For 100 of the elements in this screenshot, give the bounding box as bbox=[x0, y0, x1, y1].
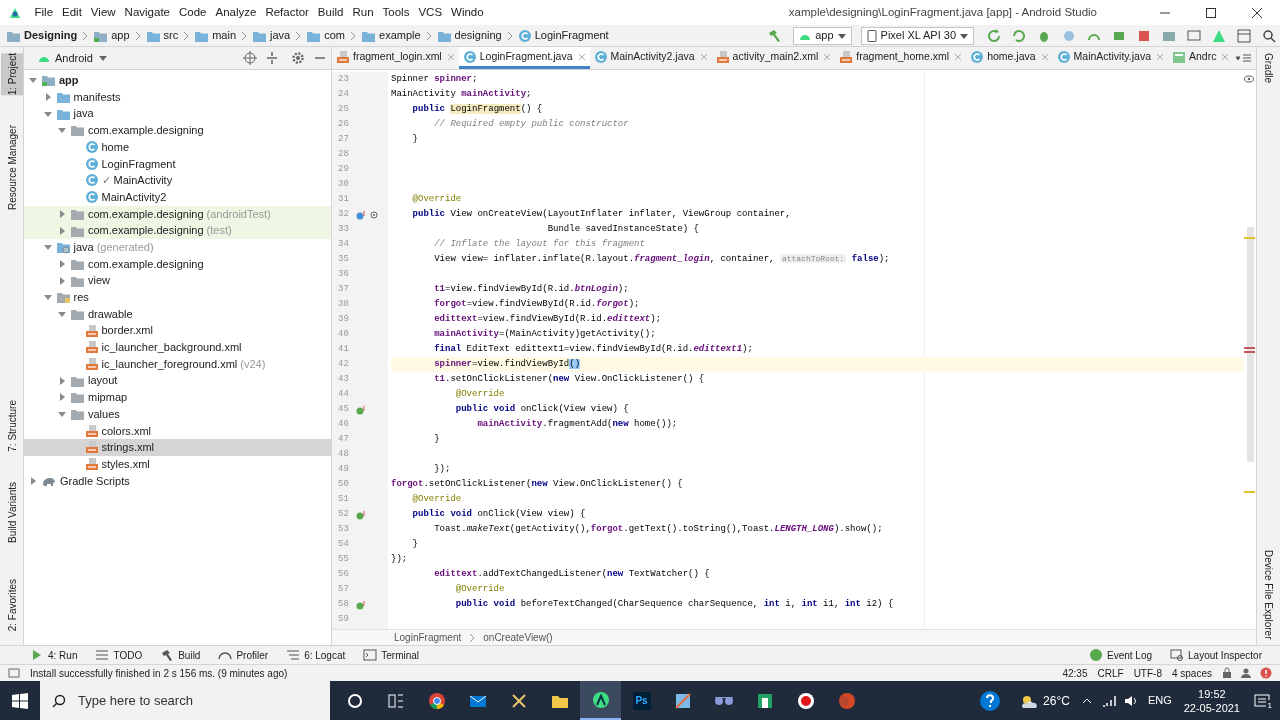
tree-item[interactable]: res bbox=[24, 288, 331, 306]
breadcrumb-item[interactable]: designing bbox=[434, 27, 504, 44]
clock-time[interactable]: 19:52 bbox=[1198, 686, 1226, 701]
device-dropdown[interactable]: Pixel XL API 30 bbox=[860, 26, 974, 45]
tool-window-tab[interactable]: Build Variants bbox=[0, 482, 23, 543]
tree-item[interactable]: com.example.designing (test) bbox=[24, 222, 331, 239]
collapsed-arrow-icon[interactable] bbox=[57, 208, 67, 219]
volume-icon[interactable] bbox=[1123, 694, 1138, 707]
tool-window-tab[interactable]: Gradle bbox=[1261, 53, 1276, 83]
code-breadcrumb[interactable]: onCreateView() bbox=[483, 630, 553, 645]
tool-window-tab[interactable]: 7: Structure bbox=[0, 400, 23, 452]
windows-start-icon[interactable] bbox=[12, 692, 28, 709]
eye-icon[interactable] bbox=[1244, 75, 1254, 83]
editor-tab[interactable]: Andrc bbox=[1168, 47, 1234, 69]
tree-item[interactable]: border.xml bbox=[24, 322, 331, 339]
project-view-dropdown[interactable]: Android bbox=[55, 49, 107, 67]
menu-item[interactable]: Build bbox=[313, 3, 348, 22]
menu-item[interactable]: VCS bbox=[413, 3, 447, 22]
tool-window-tab[interactable]: Device File Explorer bbox=[1261, 549, 1276, 639]
menu-item[interactable]: View bbox=[86, 3, 121, 22]
tree-item[interactable]: MainActivity2 bbox=[24, 188, 331, 206]
tree-item[interactable]: java (generated) bbox=[24, 238, 331, 256]
tree-item[interactable]: strings.xml bbox=[24, 439, 331, 456]
collapsed-arrow-icon[interactable] bbox=[57, 258, 67, 269]
tree-item[interactable]: app bbox=[24, 72, 331, 89]
editor-tab[interactable]: home.java bbox=[966, 47, 1053, 69]
collapsed-arrow-icon[interactable] bbox=[57, 375, 67, 386]
tool-window-button[interactable]: 6: Logcat bbox=[286, 647, 346, 663]
tree-item[interactable]: colors.xml bbox=[24, 422, 331, 440]
menu-item[interactable]: File bbox=[30, 3, 58, 22]
tree-item[interactable]: ✓ MainActivity bbox=[24, 172, 331, 189]
help-icon[interactable] bbox=[979, 689, 1002, 712]
scrollbar-thumb[interactable] bbox=[1247, 227, 1254, 462]
inspector-person-icon[interactable] bbox=[1240, 667, 1252, 679]
breadcrumb-item[interactable]: src bbox=[143, 27, 181, 44]
breadcrumb-item[interactable]: com bbox=[304, 27, 347, 44]
editor-tab[interactable]: MainActivity.java bbox=[1052, 47, 1168, 69]
menu-item[interactable]: Windo bbox=[446, 3, 489, 22]
clock-date[interactable]: 22-05-2021 bbox=[1183, 700, 1240, 715]
collapsed-arrow-icon[interactable] bbox=[28, 475, 38, 486]
tree-item[interactable]: ic_launcher_background.xml bbox=[24, 339, 331, 356]
run-config-dropdown[interactable]: app bbox=[793, 26, 852, 45]
tool-window-tab[interactable]: 1: Project bbox=[0, 53, 23, 96]
tree-item[interactable]: com.example.designing bbox=[24, 255, 331, 273]
tree-item[interactable]: manifests bbox=[24, 88, 331, 106]
tree-item[interactable]: ic_launcher_foreground.xml (v24) bbox=[24, 355, 331, 373]
hammer-icon[interactable] bbox=[766, 27, 783, 44]
settings-icon[interactable] bbox=[291, 51, 305, 65]
apply-changes-icon[interactable] bbox=[1011, 27, 1027, 44]
tree-item[interactable]: mipmap bbox=[24, 389, 331, 406]
tool-window-button[interactable]: Profiler bbox=[218, 647, 269, 663]
tree-item[interactable]: LoginFragment bbox=[24, 155, 331, 173]
tree-item[interactable]: com.example.designing (androidTest) bbox=[24, 205, 331, 223]
code-breadcrumb[interactable]: LoginFragment bbox=[394, 630, 462, 645]
status-item[interactable]: 42:35 bbox=[1062, 665, 1088, 681]
tool-window-button[interactable]: TODO bbox=[95, 647, 143, 663]
status-item[interactable]: 4 spaces bbox=[1171, 665, 1212, 681]
menu-item[interactable]: Code bbox=[174, 3, 211, 22]
menu-item[interactable]: Run bbox=[347, 3, 379, 22]
tool-window-button[interactable]: Layout Inspector bbox=[1170, 647, 1262, 663]
menu-item[interactable]: Edit bbox=[57, 3, 87, 22]
tool-window-tab[interactable]: 2: Favorites bbox=[0, 578, 23, 632]
tool-window-tab[interactable]: Resource Manager bbox=[0, 125, 23, 211]
error-icon[interactable] bbox=[1260, 667, 1272, 679]
collapsed-arrow-icon[interactable] bbox=[57, 392, 67, 403]
tree-item[interactable]: drawable bbox=[24, 305, 331, 323]
network-icon[interactable] bbox=[1101, 694, 1116, 707]
breadcrumb-item[interactable]: main bbox=[192, 27, 239, 44]
editor-tab[interactable]: LoginFragment.java bbox=[458, 47, 590, 69]
tree-item[interactable]: Gradle Scripts bbox=[24, 472, 331, 490]
editor-tab[interactable]: fragment_login.xml bbox=[332, 47, 459, 69]
menu-item[interactable]: Analyze bbox=[210, 3, 261, 22]
breadcrumb-item[interactable]: example bbox=[359, 27, 423, 44]
notification-icon[interactable] bbox=[1254, 692, 1270, 709]
temperature-text[interactable]: 26°C bbox=[1043, 691, 1070, 710]
language-indicator[interactable]: ENG bbox=[1147, 692, 1172, 709]
collapsed-arrow-icon[interactable] bbox=[57, 225, 67, 236]
taskbar-app[interactable]: Ps bbox=[621, 681, 662, 720]
tab-list-icon[interactable] bbox=[1236, 52, 1252, 64]
tree-item[interactable]: styles.xml bbox=[24, 455, 331, 473]
editor-tab[interactable]: activity_main2.xml bbox=[711, 47, 836, 69]
collapsed-arrow-icon[interactable] bbox=[57, 275, 67, 286]
editor-tab[interactable]: fragment_home.xml bbox=[835, 47, 967, 69]
maximize-icon[interactable] bbox=[1206, 7, 1216, 18]
editor-tab[interactable]: MainActivity2.java bbox=[589, 47, 712, 69]
collapse-all-icon[interactable] bbox=[265, 51, 279, 65]
tool-window-button[interactable]: Terminal bbox=[363, 647, 420, 663]
tree-item[interactable]: view bbox=[24, 272, 331, 289]
tree-item[interactable]: layout bbox=[24, 372, 331, 390]
tree-item[interactable]: values bbox=[24, 405, 331, 423]
search-field[interactable]: Type here to search bbox=[40, 681, 330, 720]
close-icon[interactable] bbox=[1252, 7, 1262, 18]
tree-item[interactable]: java bbox=[24, 105, 331, 123]
lock-icon[interactable] bbox=[1222, 667, 1232, 679]
tree-item[interactable]: home bbox=[24, 138, 331, 156]
breadcrumb-item[interactable]: app bbox=[91, 27, 132, 44]
rerun-icon[interactable] bbox=[986, 27, 1002, 44]
status-item[interactable]: UTF-8 bbox=[1133, 665, 1162, 681]
locate-icon[interactable] bbox=[243, 51, 257, 65]
search-icon[interactable] bbox=[1261, 27, 1277, 44]
